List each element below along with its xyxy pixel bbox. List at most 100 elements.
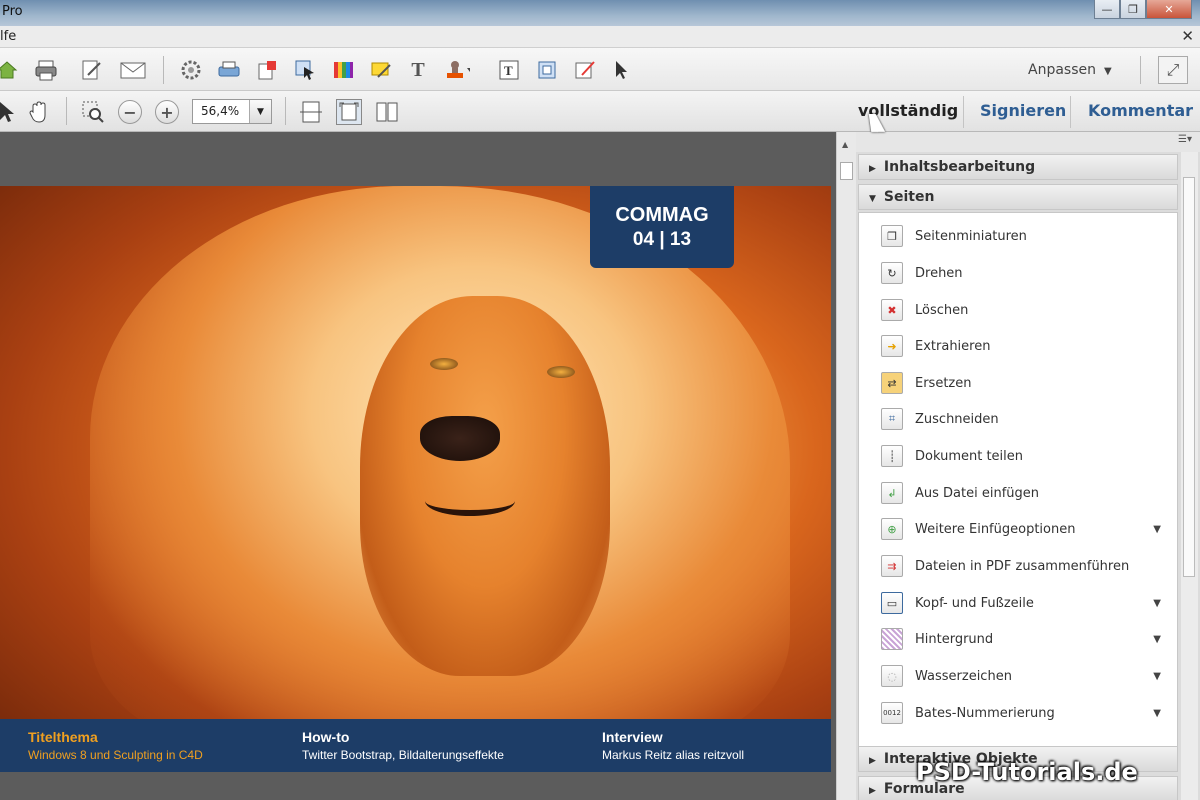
tool-label: Aus Datei einfügen <box>915 485 1040 501</box>
tool-extract[interactable]: ➜ Extrahieren <box>859 330 1177 362</box>
tools-panel: ☰▾ ▶ Inhaltsbearbeitung ▼ Seiten ❐ Seitenmi… <box>856 132 1200 800</box>
toolbar-separator <box>285 97 286 125</box>
tool-label: Hintergrund <box>915 631 994 647</box>
tool-label: Dateien in PDF zusammenführen <box>915 558 1130 574</box>
section-pages[interactable]: ▼ Seiten <box>858 184 1178 210</box>
tab-sign[interactable]: Signieren <box>980 101 1066 120</box>
toolbar-separator <box>163 56 164 84</box>
panel-options-icon[interactable]: ☰▾ <box>1178 134 1192 145</box>
chevron-down-icon[interactable]: ▼ <box>249 100 271 123</box>
zoom-in-button[interactable]: + <box>155 100 179 124</box>
tool-label: Drehen <box>915 265 963 281</box>
section-content-editing[interactable]: ▶ Inhaltsbearbeitung <box>858 154 1178 180</box>
minimize-button[interactable]: — <box>1094 0 1120 19</box>
badge-title: COMMAG <box>615 204 709 226</box>
maximize-button[interactable]: ❐ <box>1120 0 1146 19</box>
bates-icon: 0012 <box>881 702 903 724</box>
customize-dropdown[interactable]: Anpassen ▼ <box>1028 62 1112 78</box>
close-window-button[interactable]: ✕ <box>1146 0 1192 19</box>
crop-icon: ⌗ <box>881 408 903 430</box>
textbox-icon[interactable]: T <box>496 57 522 83</box>
two-page-icon[interactable] <box>374 99 400 125</box>
tool-insert-from-file[interactable]: ↲ Aus Datei einfügen <box>859 477 1177 509</box>
export-icon[interactable] <box>254 57 280 83</box>
tool-delete[interactable]: ✖ Löschen <box>859 294 1177 326</box>
chevron-down-icon[interactable]: ▼ <box>1153 598 1161 609</box>
text-icon[interactable]: T <box>405 57 431 83</box>
menu-help[interactable]: lfe <box>0 29 16 44</box>
toolbar-separator <box>1140 56 1141 84</box>
marquee-zoom-icon[interactable] <box>80 99 106 125</box>
rotate-icon: ↻ <box>881 262 903 284</box>
tool-more-insert-options[interactable]: ⊕ Weitere Einfügeoptionen ▼ <box>859 513 1177 545</box>
insert-options-icon: ⊕ <box>881 518 903 540</box>
panel-scrollbar[interactable] <box>1181 152 1198 800</box>
tool-rotate[interactable]: ↻ Drehen <box>859 257 1177 289</box>
tool-label: Wasserzeichen <box>915 668 1012 684</box>
main-toolbar: T T Anpassen ▼ ⤢ <box>0 48 1200 91</box>
fit-width-icon[interactable] <box>298 99 324 125</box>
crop-icon[interactable] <box>534 57 560 83</box>
stamp-icon[interactable] <box>444 57 470 83</box>
footer-subtitle: Markus Reitz alias reitzvoll <box>602 748 745 762</box>
mouse-cursor-icon <box>868 114 886 132</box>
document-scrollbar[interactable]: ▲ <box>836 132 856 800</box>
home-icon[interactable] <box>0 57 20 83</box>
replace-icon: ⇄ <box>881 372 903 394</box>
title-bar: Pro — ❐ ✕ <box>0 0 1200 26</box>
edit-icon[interactable] <box>78 57 104 83</box>
panel-header: ☰▾ <box>856 132 1200 152</box>
tool-split-document[interactable]: ┊ Dokument teilen <box>859 440 1177 472</box>
chevron-down-icon[interactable]: ▼ <box>1153 524 1161 535</box>
zoom-out-button[interactable]: − <box>118 100 142 124</box>
sign-icon[interactable] <box>572 57 598 83</box>
cover-footer: Titelthema Windows 8 und Sculpting in C4… <box>0 719 831 772</box>
split-icon: ┊ <box>881 445 903 467</box>
triangle-right-icon: ▶ <box>869 164 876 174</box>
document-close-icon[interactable]: ✕ <box>1181 27 1194 45</box>
fit-page-icon[interactable] <box>336 99 362 125</box>
mail-icon[interactable] <box>120 57 146 83</box>
select-icon[interactable] <box>292 57 318 83</box>
tool-label: Seitenminiaturen <box>915 228 1027 244</box>
tool-merge-files[interactable]: ⇉ Dateien in PDF zusammenführen <box>859 550 1177 582</box>
tool-bates-numbering[interactable]: 0012 Bates-Nummerierung ▼ <box>859 697 1177 729</box>
chevron-down-icon[interactable]: ▼ <box>1153 634 1161 645</box>
tab-comment[interactable]: Kommentar <box>1088 101 1193 120</box>
print-icon[interactable] <box>33 57 59 83</box>
tool-label: Ersetzen <box>915 375 972 391</box>
scrollbar-thumb[interactable] <box>840 162 853 180</box>
pointer-icon[interactable] <box>608 57 634 83</box>
scroll-up-icon[interactable]: ▲ <box>842 140 848 149</box>
comment-icon[interactable] <box>368 57 394 83</box>
extract-icon: ➜ <box>881 335 903 357</box>
zoom-select[interactable]: 56,4% ▼ <box>192 99 272 124</box>
lion-eye-image <box>430 358 458 370</box>
tool-replace[interactable]: ⇄ Ersetzen <box>859 367 1177 399</box>
insert-file-icon: ↲ <box>881 482 903 504</box>
tool-label: Extrahieren <box>915 338 991 354</box>
zoom-value: 56,4% <box>201 104 240 118</box>
chevron-down-icon[interactable]: ▼ <box>1153 708 1161 719</box>
printer2-icon[interactable] <box>216 57 242 83</box>
tool-background[interactable]: Hintergrund ▼ <box>859 623 1177 655</box>
footer-heading: Interview <box>602 729 663 745</box>
tool-header-footer[interactable]: ▭ Kopf- und Fußzeile ▼ <box>859 587 1177 619</box>
window-title: Pro <box>2 4 23 19</box>
section-label: Seiten <box>883 189 935 205</box>
tool-crop[interactable]: ⌗ Zuschneiden <box>859 403 1177 435</box>
gear-icon[interactable] <box>178 57 204 83</box>
chevron-down-icon[interactable]: ▼ <box>1153 671 1161 682</box>
triangle-right-icon: ▶ <box>869 786 876 796</box>
tool-watermark[interactable]: ◌ Wasserzeichen ▼ <box>859 660 1177 692</box>
triangle-down-icon: ▼ <box>869 194 876 204</box>
select-tool-icon[interactable] <box>0 99 20 125</box>
tool-page-thumbnails[interactable]: ❐ Seitenminiaturen <box>859 220 1177 252</box>
color-icon[interactable] <box>330 57 356 83</box>
svg-text:T: T <box>504 63 513 78</box>
footer-column: Titelthema Windows 8 und Sculpting in C4… <box>28 729 203 762</box>
tab-separator <box>963 96 964 128</box>
hand-tool-icon[interactable] <box>26 99 52 125</box>
fullscreen-button[interactable]: ⤢ <box>1158 56 1188 84</box>
panel-scrollbar-thumb[interactable] <box>1183 177 1195 577</box>
